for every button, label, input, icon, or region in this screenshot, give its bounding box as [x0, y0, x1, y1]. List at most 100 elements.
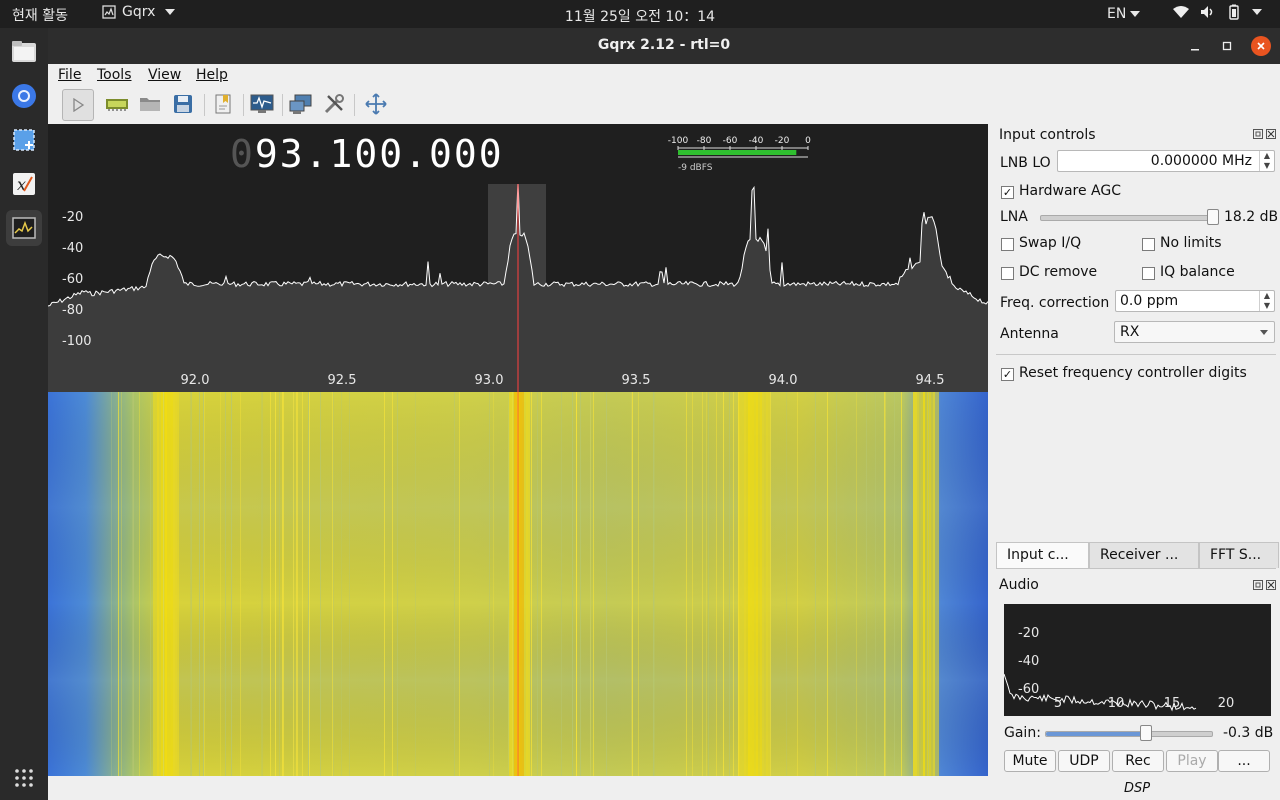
files-icon[interactable] — [6, 34, 42, 70]
maximize-button[interactable] — [1217, 36, 1237, 56]
frequency-value[interactable]: 93.100.000 — [255, 132, 504, 176]
rec-button[interactable]: Rec — [1112, 750, 1164, 772]
app-menu[interactable]: Gqrx — [102, 4, 176, 20]
tab-receiver-options[interactable]: Receiver ... — [1089, 542, 1199, 568]
frequency-readout[interactable]: 093.100.000 — [230, 132, 504, 176]
settings-button[interactable] — [319, 89, 349, 119]
window-title-bar[interactable]: Gqrx 2.12 - rtl=0 — [48, 28, 1280, 64]
spin-arrows-icon[interactable]: ▲ ▼ — [1259, 151, 1274, 171]
waterfall-streak — [827, 392, 828, 776]
waterfall-streak — [231, 392, 232, 776]
play-button[interactable]: Play — [1166, 750, 1218, 772]
waterfall-streak — [836, 392, 837, 776]
waterfall-streak — [341, 392, 342, 776]
bookmarks-button[interactable] — [208, 89, 238, 119]
close-icon[interactable] — [1266, 580, 1276, 590]
xournal-icon[interactable]: x — [6, 166, 42, 202]
lnb-lo-label: LNB LO — [1000, 155, 1051, 171]
dc-remove-checkbox[interactable] — [1001, 267, 1014, 280]
udp-button[interactable]: UDP — [1058, 750, 1110, 772]
waterfall-streak — [121, 392, 122, 776]
waterfall-signal-streak — [167, 392, 169, 776]
no-limits-checkbox[interactable] — [1142, 238, 1155, 251]
waterfall-signal-streak — [169, 392, 171, 776]
network-icon — [289, 94, 312, 114]
lnb-lo-field[interactable]: 0.000000 MHz ▲ ▼ — [1057, 150, 1275, 172]
float-icon[interactable] — [1252, 580, 1263, 590]
close-button[interactable] — [1251, 36, 1271, 56]
dc-remove-label: DC remove — [1019, 264, 1098, 280]
menu-file[interactable]: File — [58, 67, 81, 83]
close-icon[interactable] — [1266, 129, 1276, 139]
lna-slider-handle[interactable] — [1207, 209, 1220, 225]
menu-tools[interactable]: Tools — [97, 67, 132, 83]
gqrx-dock-icon[interactable] — [6, 210, 42, 246]
float-icon[interactable] — [1252, 129, 1263, 139]
waterfall-streak — [282, 392, 283, 776]
waterfall-streak — [686, 392, 687, 776]
audio-spectrum-plot[interactable]: -20 -40 -60 5 10 15 20 — [1003, 604, 1271, 716]
show-apps-icon[interactable] — [14, 768, 34, 792]
window-title: Gqrx 2.12 - rtl=0 — [597, 37, 731, 53]
waterfall-center-streak — [514, 392, 524, 776]
swap-iq-checkbox[interactable] — [1001, 238, 1014, 251]
activities-button[interactable]: 현재 활동 — [12, 5, 68, 25]
waterfall-signal-streak — [165, 392, 167, 776]
waterfall-signal-streak — [760, 392, 762, 776]
meter-scale-label: -40 — [749, 136, 764, 146]
waterfall-streak — [111, 392, 112, 776]
menu-help[interactable]: Help — [196, 67, 228, 83]
minimize-button[interactable] — [1185, 36, 1205, 56]
waterfall-streak — [283, 392, 284, 776]
chromium-icon[interactable] — [6, 78, 42, 114]
clock[interactable]: 11월 25일 오전 10：14 — [565, 9, 715, 25]
system-tray[interactable] — [1172, 4, 1262, 20]
spectrum-x-tick-label: 93.5 — [622, 373, 651, 388]
io-devices-button[interactable] — [102, 89, 132, 119]
waterfall-streak — [199, 392, 200, 776]
remote-control-button[interactable] — [286, 89, 316, 119]
reset-digits-checkbox[interactable]: ✓ — [1001, 368, 1014, 381]
waterfall-streak — [261, 392, 262, 776]
frequency-controller[interactable]: 093.100.000 -100 -80 -60 -40 -20 0 -9 dBFS — [48, 124, 988, 184]
waterfall-display[interactable] — [48, 392, 988, 776]
menu-bar: File Tools View Help — [48, 64, 1280, 86]
frequency-leading-digit[interactable]: 0 — [230, 132, 255, 176]
freq-correction-field[interactable]: 0.0 ppm ▲ ▼ — [1115, 290, 1275, 312]
spectrum-y-tick-label: -100 — [62, 334, 92, 349]
swap-iq-label: Swap I/Q — [1019, 235, 1082, 251]
waterfall-streak — [537, 392, 538, 776]
system-top-bar: 현재 활동 Gqrx 11월 25일 오전 10：14 EN — [0, 0, 1280, 28]
tab-fft-settings[interactable]: FFT S... — [1199, 542, 1279, 568]
open-button[interactable] — [135, 89, 165, 119]
hardware-agc-checkbox[interactable]: ✓ — [1001, 186, 1014, 199]
mute-button[interactable]: Mute — [1004, 750, 1056, 772]
waterfall-streak — [297, 392, 298, 776]
audio-gain-slider-handle[interactable] — [1139, 725, 1152, 741]
menu-view[interactable]: View — [148, 67, 181, 83]
start-dsp-button[interactable] — [62, 89, 94, 121]
spin-arrows-icon[interactable]: ▲ ▼ — [1259, 291, 1274, 311]
dxcluster-button[interactable] — [247, 89, 277, 119]
lna-slider[interactable] — [1040, 215, 1218, 221]
meter-scale-label: -20 — [775, 136, 790, 146]
waterfall-streak — [716, 392, 717, 776]
waterfall-signal-streak — [528, 392, 530, 776]
screenshot-icon[interactable] — [6, 122, 42, 158]
waterfall-streak — [561, 392, 562, 776]
spectrum-y-tick-label: -80 — [62, 303, 83, 318]
tab-input-controls[interactable]: Input c... — [996, 542, 1089, 568]
dock-float-close-icons[interactable] — [1252, 129, 1276, 142]
iq-balance-checkbox[interactable] — [1142, 267, 1155, 280]
fullscreen-button[interactable] — [361, 89, 391, 119]
waterfall-streak — [349, 392, 350, 776]
waterfall-streak — [632, 392, 633, 776]
spectrum-plot[interactable]: -20 -40 -60 -80 -100 92.0 92.5 93.0 93.5 94.0 94.… — [47, 179, 989, 392]
antenna-select[interactable]: RX — [1114, 321, 1275, 343]
dock-float-close-icons[interactable] — [1252, 580, 1276, 593]
audio-gain-slider[interactable] — [1045, 731, 1213, 737]
spectrum-x-tick-label: 94.0 — [769, 373, 798, 388]
language-indicator[interactable]: EN — [1107, 6, 1141, 22]
more-button[interactable]: ... — [1218, 750, 1270, 772]
save-button[interactable] — [168, 89, 198, 119]
